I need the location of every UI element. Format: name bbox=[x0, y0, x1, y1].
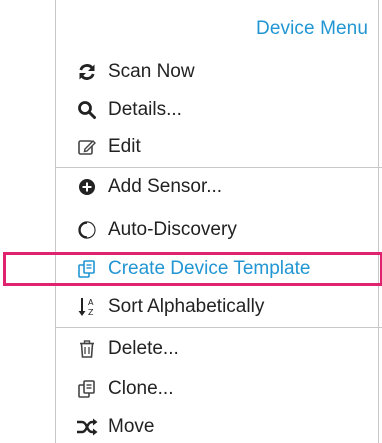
menu-right-border bbox=[378, 0, 379, 443]
menu-title: Device Menu bbox=[256, 18, 368, 39]
edit-icon bbox=[76, 136, 98, 158]
menu-item-label: Clone... bbox=[108, 378, 174, 399]
menu-item-label: Details... bbox=[108, 99, 182, 120]
menu-item-label: Delete... bbox=[108, 338, 179, 359]
move-icon bbox=[76, 416, 98, 438]
svg-text:Z: Z bbox=[88, 308, 94, 317]
menu-item-label: Add Sensor... bbox=[108, 176, 223, 197]
sort-az-icon: A Z bbox=[76, 296, 98, 318]
trash-icon bbox=[76, 338, 98, 360]
device-context-menu: Device Menu Scan Now Details... Edit Add… bbox=[55, 0, 382, 443]
refresh-icon bbox=[76, 61, 98, 83]
clone-icon bbox=[76, 378, 98, 400]
menu-item-auto-discovery[interactable]: Auto-Discovery bbox=[56, 211, 382, 249]
menu-item-clone[interactable]: Clone... bbox=[56, 370, 382, 408]
menu-item-scan-now[interactable]: Scan Now bbox=[56, 53, 382, 91]
menu-item-label: Scan Now bbox=[108, 61, 195, 82]
left-gutter bbox=[0, 0, 55, 443]
menu-item-move[interactable]: Move bbox=[56, 408, 382, 443]
menu-item-sort-alphabetically[interactable]: A Z Sort Alphabetically bbox=[56, 288, 382, 326]
menu-item-label: Auto-Discovery bbox=[108, 219, 237, 240]
menu-item-edit[interactable]: Edit bbox=[56, 128, 382, 166]
highlight-annotation-box bbox=[3, 252, 382, 286]
menu-separator bbox=[56, 327, 382, 328]
svg-text:A: A bbox=[88, 298, 94, 307]
menu-item-details[interactable]: Details... bbox=[56, 91, 382, 129]
menu-item-delete[interactable]: Delete... bbox=[56, 330, 382, 368]
menu-item-label: Move bbox=[108, 416, 155, 437]
menu-item-label: Edit bbox=[108, 136, 141, 157]
menu-item-add-sensor[interactable]: Add Sensor... bbox=[56, 168, 382, 206]
menu-item-label: Sort Alphabetically bbox=[108, 296, 265, 317]
auto-discovery-icon bbox=[76, 219, 98, 241]
add-circle-icon bbox=[76, 176, 98, 198]
search-icon bbox=[76, 99, 98, 121]
